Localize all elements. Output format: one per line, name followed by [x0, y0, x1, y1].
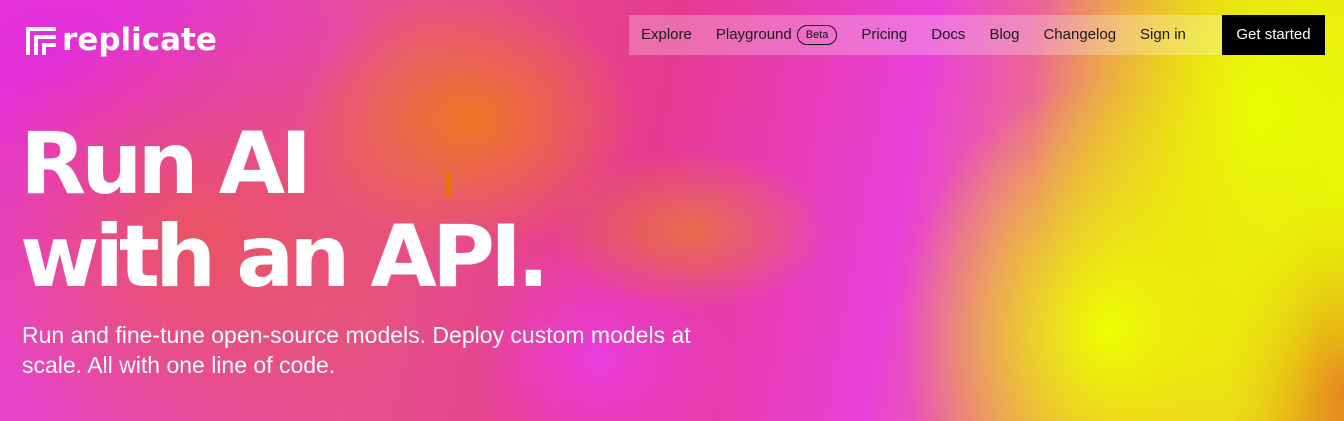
nav-sign-in[interactable]: Sign in	[1128, 15, 1198, 55]
nav-blog[interactable]: Blog	[977, 15, 1031, 55]
text-cursor-mark	[446, 171, 452, 197]
logo-link[interactable]: replicate	[24, 20, 217, 60]
nav-pricing[interactable]: Pricing	[849, 15, 919, 55]
hero-subtext: Run and fine-tune open-source models. De…	[22, 322, 691, 378]
headline-line-1: Run AI	[20, 114, 312, 214]
nav-explore[interactable]: Explore	[629, 15, 704, 55]
replicate-logo-icon	[26, 27, 56, 55]
get-started-button[interactable]: Get started	[1222, 15, 1325, 55]
headline-line-2: with an API.	[20, 207, 550, 307]
nav-changelog[interactable]: Changelog	[1031, 15, 1128, 55]
nav-docs[interactable]: Docs	[919, 15, 977, 55]
nav-playground-label: Playground	[715, 26, 792, 43]
beta-badge: Beta	[796, 25, 838, 45]
logo-text: replicate	[62, 22, 217, 58]
hero-background: replicate Explore Playground Beta Pricin…	[0, 0, 1344, 421]
hero-headline: Run AI with an API.	[20, 118, 640, 304]
nav-playground[interactable]: Playground Beta	[704, 15, 850, 55]
top-navigation: Explore Playground Beta Pricing Docs Blo…	[629, 15, 1325, 55]
